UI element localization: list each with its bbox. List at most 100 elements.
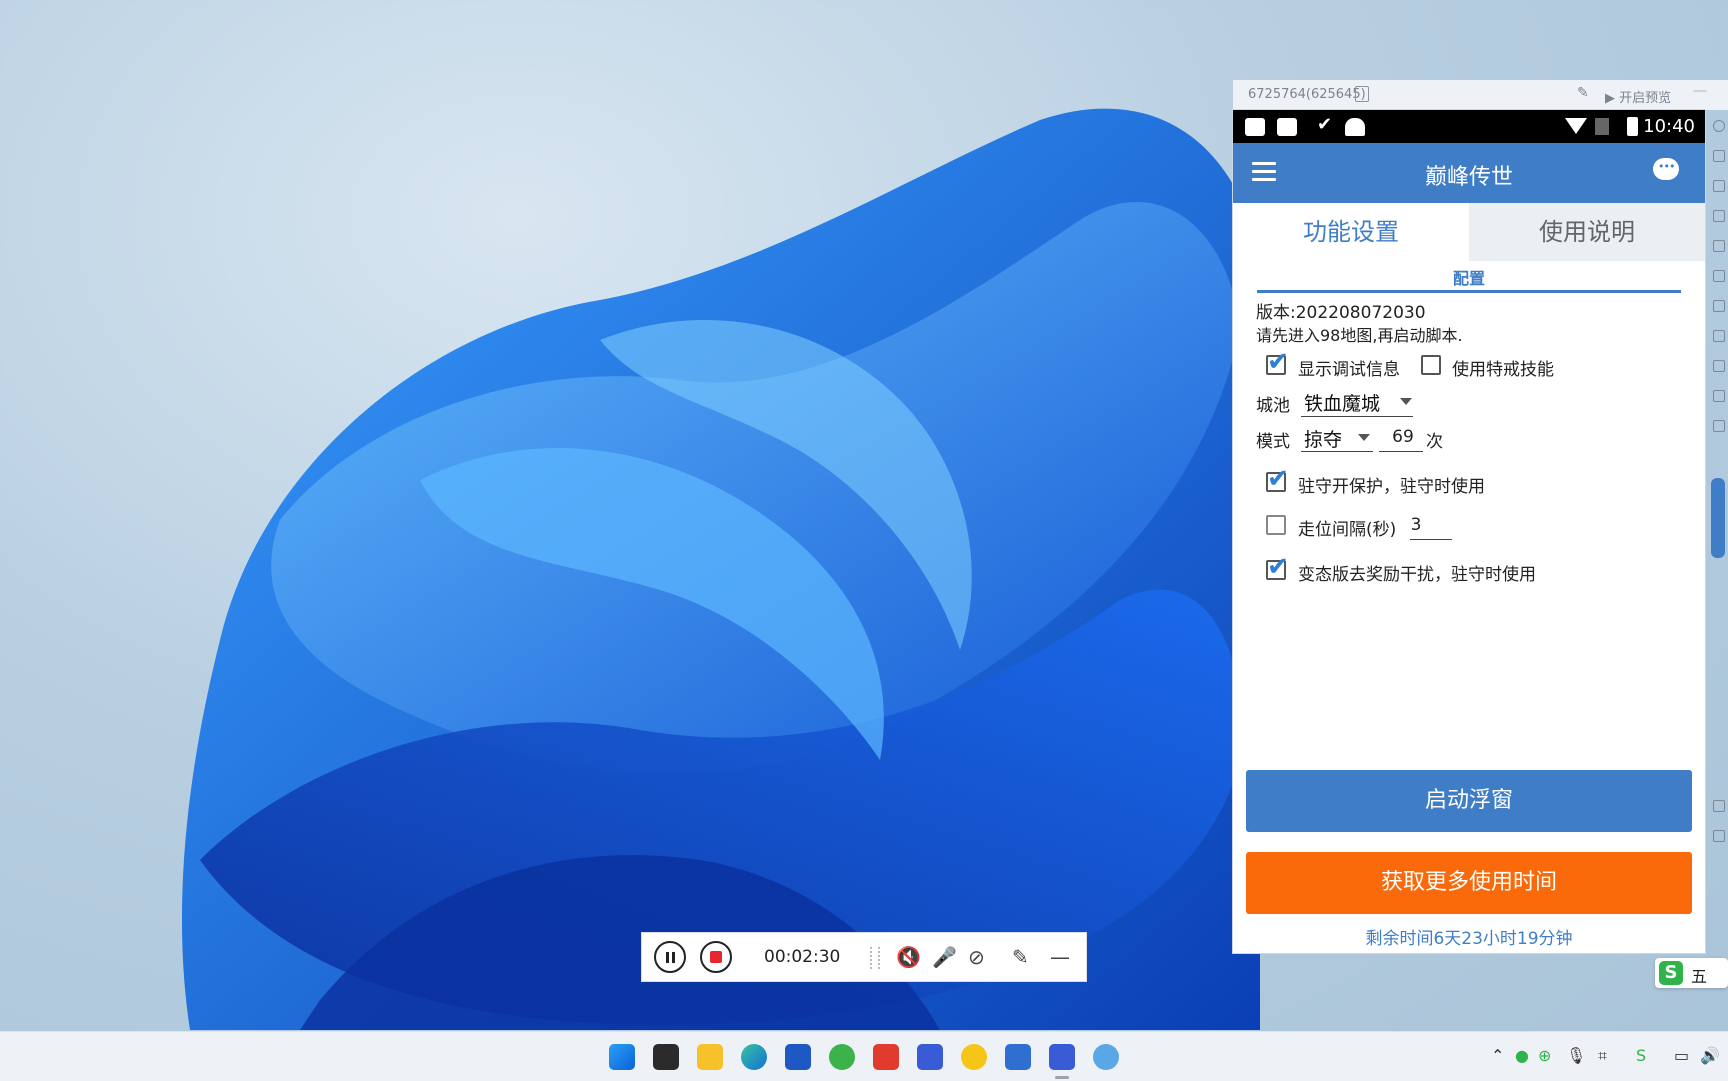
recording-timer: 00:02:30 (764, 947, 841, 967)
open-preview-button[interactable]: ▶ 开启预览 (1605, 87, 1671, 106)
chevron-down-icon[interactable] (1400, 398, 1412, 405)
store-icon[interactable] (785, 1044, 811, 1070)
resize-icon[interactable] (1713, 210, 1725, 222)
battery-icon (1627, 117, 1638, 136)
count-unit-label: 次 (1426, 432, 1443, 452)
microphone-icon[interactable]: 🎙 (1566, 1046, 1586, 1065)
show-debug-label: 显示调试信息 (1298, 360, 1400, 380)
instruction-text: 请先进入98地图,再启动脚本. (1256, 326, 1463, 345)
chevron-up-icon[interactable]: ⌃ (1491, 1046, 1504, 1065)
check-icon: ✔ (1317, 114, 1333, 135)
rotate-icon[interactable] (1713, 300, 1725, 312)
screen-recorder-toolbar: 00:02:30 🔇 🎤 ⊘ ✎ — (641, 932, 1087, 982)
keyboard-icon[interactable] (1713, 330, 1725, 342)
start-float-window-button[interactable]: 启动浮窗 (1246, 770, 1692, 832)
tab-bar: 功能设置 使用说明 (1233, 203, 1705, 261)
minimize-icon[interactable]: — (1050, 945, 1070, 969)
folder-icon[interactable] (1713, 240, 1725, 252)
walk-interval-label: 走位间隔(秒) (1298, 520, 1397, 540)
volume-icon[interactable]: 🔊 (1700, 1046, 1720, 1065)
mode-select-underline (1301, 451, 1373, 452)
pause-icon[interactable] (654, 941, 686, 973)
pen-icon[interactable]: ✎ (1012, 945, 1029, 969)
minimize-icon[interactable]: — (1693, 83, 1707, 99)
emulator-app-icon[interactable] (1049, 1044, 1075, 1070)
section-config-label: 配置 (1452, 269, 1485, 288)
screenshot-icon[interactable] (1713, 120, 1725, 132)
tab-function-settings[interactable]: 功能设置 (1233, 203, 1469, 261)
emulator-titlebar: 6725764(625645) ✎ ▶ 开启预览 — (1233, 80, 1728, 110)
app-title: 巅峰传世 (1424, 165, 1513, 190)
get-more-time-button[interactable]: 获取更多使用时间 (1246, 852, 1692, 914)
windows-start-icon[interactable] (609, 1044, 635, 1070)
mode-label: 模式 (1256, 432, 1290, 452)
share-icon[interactable] (1713, 420, 1725, 432)
show-debug-checkbox[interactable] (1266, 347, 1289, 377)
camera-off-icon[interactable]: ⊘ (968, 945, 985, 969)
chevron-down-icon[interactable] (1358, 434, 1370, 441)
task-view-icon[interactable] (653, 1044, 679, 1070)
garrison-protect-checkbox[interactable] (1266, 464, 1289, 494)
app-icon[interactable] (917, 1044, 943, 1070)
ie-browser-icon[interactable] (829, 1044, 855, 1070)
remaining-time-text: 剩余时间6天23小时19分钟 (1365, 929, 1573, 949)
sogou-tray-icon[interactable]: S (1636, 1046, 1646, 1065)
walk-interval-checkbox[interactable] (1266, 515, 1286, 535)
garrison-protect-label: 驻守开保护，驻守时使用 (1298, 477, 1485, 497)
app-bar: 巅峰传世 (1233, 143, 1705, 203)
sync-icon[interactable]: ⊕ (1538, 1046, 1551, 1065)
stop-record-icon[interactable] (700, 941, 732, 973)
display-icon[interactable]: ▭ (1674, 1046, 1689, 1065)
count-input-underline (1379, 451, 1423, 452)
ime-mode-label: 五 (1691, 967, 1708, 986)
notification-icon (1277, 118, 1297, 136)
android-icon (1345, 118, 1365, 136)
speaker-mute-icon[interactable]: 🔇 (896, 945, 921, 969)
remove-reward-label: 变态版去奖励干扰，驻守时使用 (1298, 565, 1536, 585)
wps-office-icon[interactable] (873, 1044, 899, 1070)
city-select[interactable]: 铁血魔城 (1304, 389, 1380, 416)
chat-icon[interactable] (1653, 158, 1679, 180)
use-special-ring-checkbox[interactable] (1421, 355, 1441, 375)
remove-reward-checkbox[interactable] (1266, 552, 1289, 582)
pin-icon[interactable]: ✎ (1577, 85, 1589, 101)
back-icon[interactable] (1713, 770, 1725, 782)
root-badge (1711, 478, 1725, 558)
active-indicator (1055, 1076, 1069, 1079)
copy-icon[interactable] (1355, 86, 1369, 102)
walk-interval-underline (1410, 539, 1452, 540)
volume-up-icon[interactable] (1713, 150, 1725, 162)
mode-select[interactable]: 掠夺 (1304, 425, 1342, 452)
volume-down-icon[interactable] (1713, 180, 1725, 192)
microphone-icon[interactable]: 🎤 (932, 945, 957, 969)
file-explorer-icon[interactable] (697, 1044, 723, 1070)
open-preview-label: 开启预览 (1619, 91, 1672, 106)
menu-icon[interactable] (1713, 830, 1725, 842)
status-time: 10:40 (1643, 116, 1695, 137)
remote-desktop-icon[interactable] (1005, 1044, 1031, 1070)
use-special-ring-label: 使用特戒技能 (1452, 360, 1554, 380)
walk-interval-input[interactable]: 3 (1405, 515, 1427, 535)
phone-screen: ✔ 10:40 巅峰传世 功能设置 使用说明 配置 版本:20220807203… (1233, 110, 1705, 953)
section-divider (1257, 290, 1681, 293)
sync-icon[interactable] (1713, 270, 1725, 282)
edge-browser-icon[interactable] (741, 1044, 767, 1070)
install-apk-icon[interactable] (1713, 390, 1725, 402)
count-input[interactable]: 69 (1378, 427, 1428, 447)
home-icon[interactable] (1713, 800, 1725, 812)
network-icon[interactable]: ⌗ (1598, 1046, 1607, 1066)
app-icon[interactable] (961, 1044, 987, 1070)
city-select-underline (1301, 416, 1413, 417)
taskbar: ⌃ ● ⊕ 🎙 ⌗ S ▭ 🔊 (0, 1031, 1728, 1081)
wechat-icon[interactable]: ● (1515, 1046, 1529, 1065)
notification-icon (1245, 118, 1265, 136)
drag-handle[interactable] (870, 947, 880, 969)
window-id-label: 6725764(625645) (1248, 87, 1366, 102)
scissors-icon[interactable] (1713, 360, 1725, 372)
wifi-icon (1565, 118, 1587, 134)
sogou-input-icon: S (1659, 961, 1683, 985)
app-icon[interactable] (1093, 1044, 1119, 1070)
tab-instructions[interactable]: 使用说明 (1469, 203, 1705, 261)
city-label: 城池 (1256, 396, 1290, 416)
ime-indicator[interactable]: S 五 (1655, 958, 1728, 988)
